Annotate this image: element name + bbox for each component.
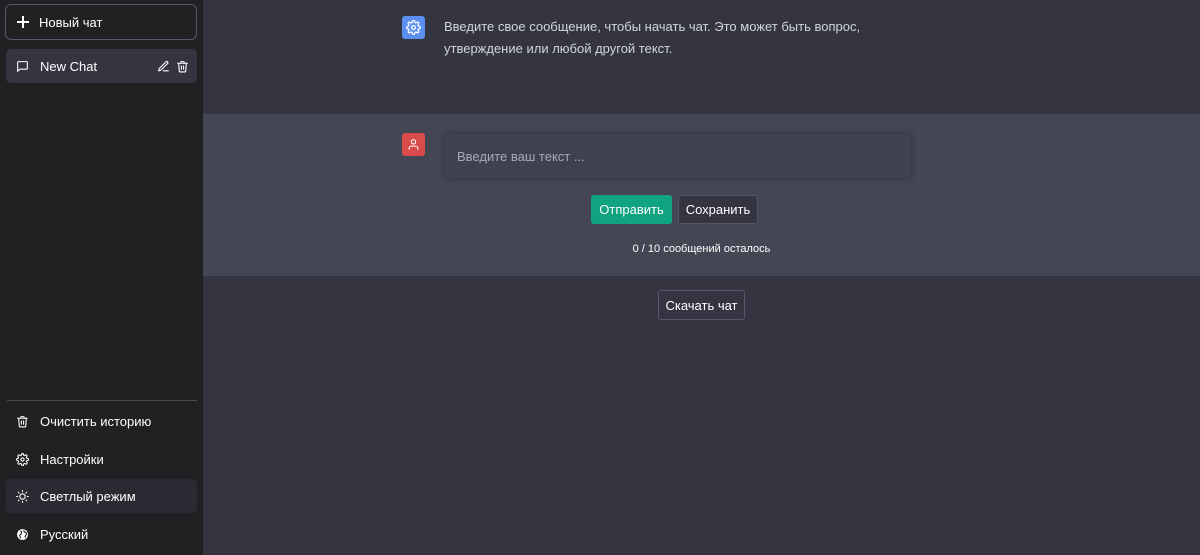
- plus-icon: [17, 16, 29, 28]
- user-avatar: [402, 133, 425, 156]
- globe-icon: [16, 528, 29, 541]
- language-button[interactable]: Русский: [6, 517, 197, 551]
- trash-icon[interactable]: [176, 60, 189, 73]
- chat-bubble-icon: [16, 60, 29, 73]
- light-mode-button[interactable]: Светлый режим: [6, 479, 197, 513]
- clear-history-button[interactable]: Очистить историю: [6, 404, 197, 438]
- trash-icon: [16, 415, 29, 428]
- gear-icon: [16, 452, 29, 466]
- gear-icon: [406, 20, 421, 35]
- pencil-icon[interactable]: [157, 60, 170, 73]
- save-button[interactable]: Сохранить: [678, 195, 758, 224]
- messages-remaining-counter: 0 / 10 сообщений осталось: [632, 243, 771, 255]
- settings-button[interactable]: Настройки: [6, 442, 197, 476]
- download-chat-button[interactable]: Скачать чат: [658, 290, 745, 320]
- chat-main: Введите свое сообщение, чтобы начать чат…: [203, 0, 1200, 555]
- language-label: Русский: [40, 526, 89, 542]
- light-mode-label: Светлый режим: [40, 488, 136, 504]
- chat-title: New Chat: [40, 58, 98, 74]
- settings-label: Настройки: [40, 451, 104, 467]
- chat-list-item[interactable]: New Chat: [6, 49, 197, 83]
- message-input[interactable]: [444, 133, 912, 179]
- sidebar: Новый чат New Chat Очистить историю Наст…: [0, 0, 203, 555]
- sidebar-divider: [7, 400, 197, 401]
- clear-history-label: Очистить историю: [40, 413, 152, 429]
- bot-avatar: [402, 16, 425, 39]
- assistant-message-block: Введите свое сообщение, чтобы начать чат…: [203, 0, 1200, 114]
- new-chat-button[interactable]: Новый чат: [5, 4, 197, 40]
- user-input-block: Отправить Сохранить 0 / 10 сообщений ост…: [203, 114, 1200, 276]
- new-chat-label: Новый чат: [39, 14, 103, 30]
- assistant-message-text: Введите свое сообщение, чтобы начать чат…: [444, 19, 861, 56]
- sun-icon: [16, 489, 29, 503]
- send-button[interactable]: Отправить: [591, 195, 672, 224]
- user-icon: [407, 138, 420, 151]
